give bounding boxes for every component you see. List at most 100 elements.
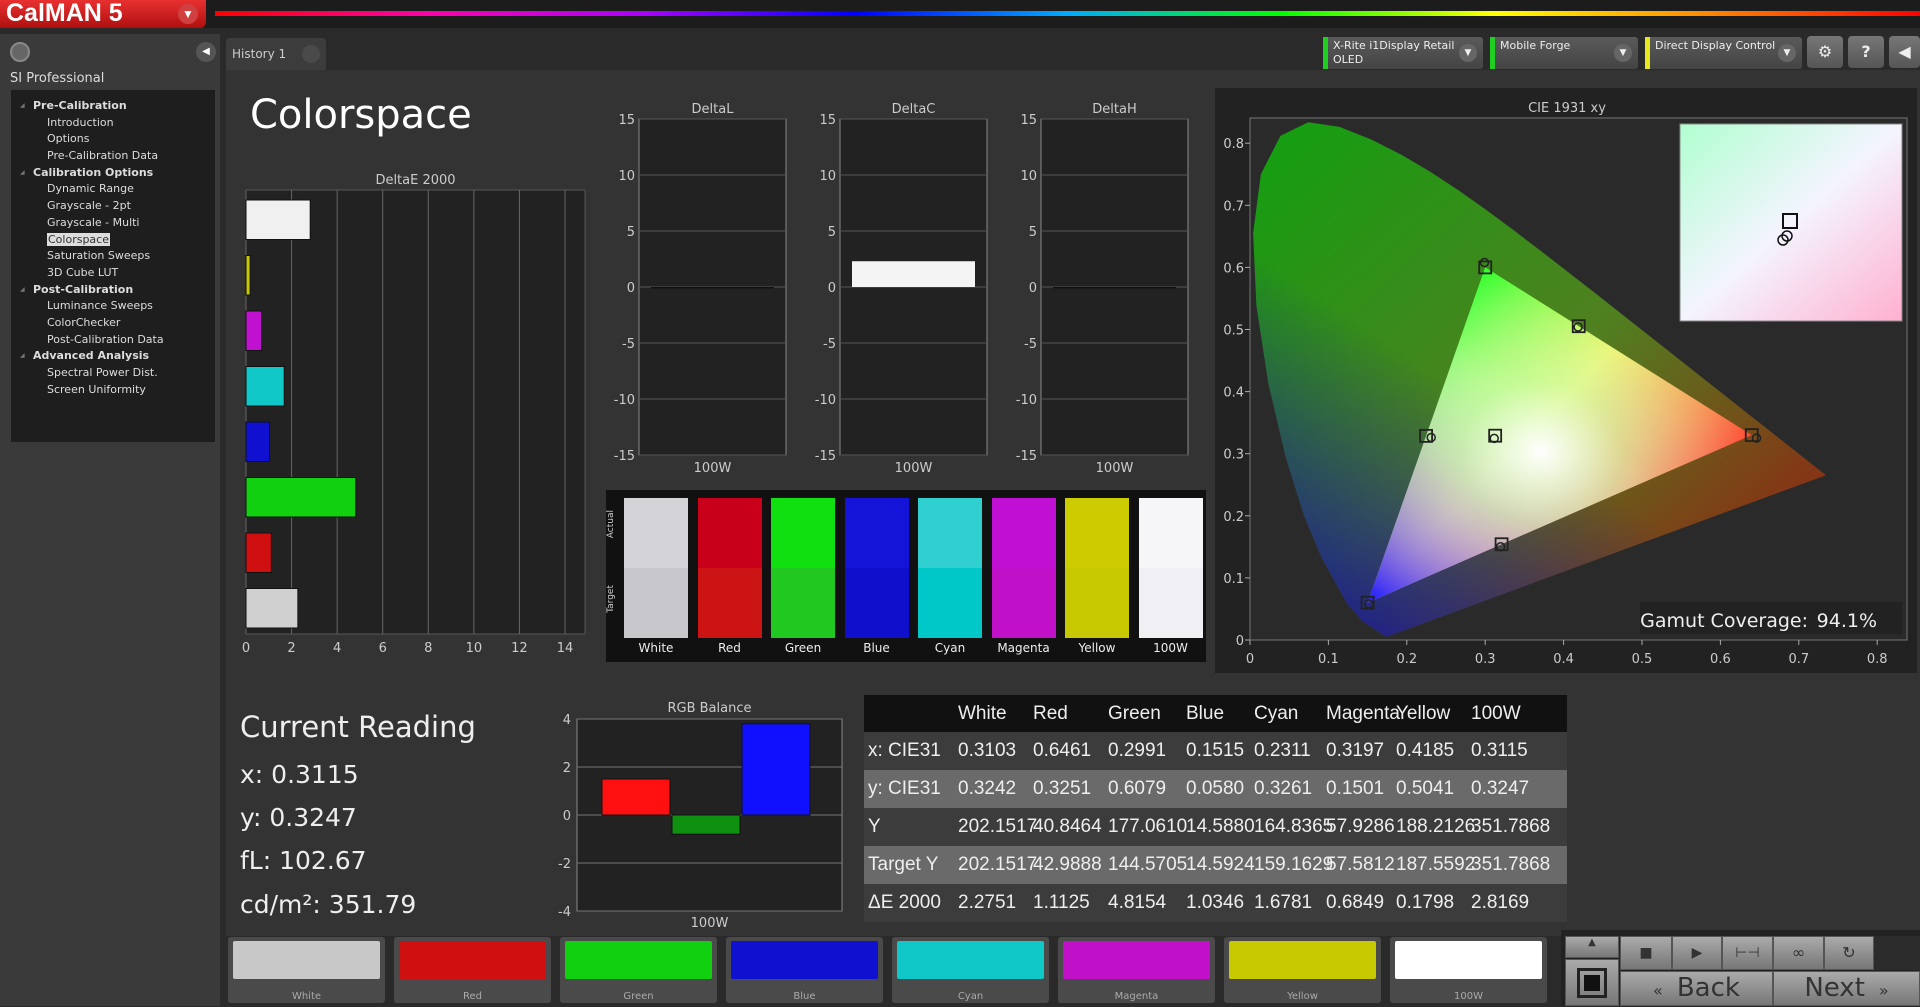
reading-x: x: 0.3115 [240,760,359,789]
next-label: Next [1804,973,1865,1003]
table-row: x: CIE31 0.3103 0.6461 0.2991 0.1515 0.2311 0.… [864,732,1567,770]
y-tick-label: 15 [819,113,836,128]
chevron-up-icon[interactable]: ▲ [1565,936,1619,958]
deltae-bar-blue [245,421,271,462]
target-swatch [624,568,688,638]
table-cell: 177.0610 [1108,816,1188,837]
patch-label: 100W [1454,991,1483,1002]
x-category-label: 100W [1096,461,1134,476]
deltae-bar-white [245,588,299,629]
table-cell: 42.9888 [1033,854,1102,875]
y-tick-label: 0 [828,281,836,296]
column-header: White [958,702,1007,724]
patch-button-cyan[interactable]: Cyan [892,937,1049,1003]
table-cell: 4.8154 [1108,892,1167,913]
swatch-comparison-panel: Actual Target White Red Green Blue Cyan Magenta… [606,490,1206,662]
table-cell: 188.2126 [1396,816,1476,837]
deltah-bar [1053,287,1176,289]
chevrons-left-icon: « [1653,981,1663,1000]
swatch-label: Blue [863,641,890,655]
y-tick-label: -5 [1024,337,1037,352]
deltae-bar-yellow [245,255,251,296]
x-tick-label: 0 [1246,652,1254,667]
y-tick-label: -15 [1016,449,1037,464]
table-cell: 2.8169 [1471,892,1530,913]
measure-frame-icon[interactable]: ⊢⊣ [1722,936,1773,970]
swatch-label: White [638,641,674,655]
table-cell: 0.1798 [1396,892,1455,913]
patch-button-red[interactable]: Red [394,937,551,1003]
deltal-title: DeltaL [692,102,735,117]
table-cell: y: CIE31 [868,778,941,799]
target-swatch [991,568,1056,638]
patch-button-blue[interactable]: Blue [726,937,883,1003]
target-swatch [771,568,835,638]
stop-patch-button[interactable] [1565,959,1619,1006]
table-cell: 0.6461 [1033,740,1092,761]
table-cell: 187.5592 [1396,854,1476,875]
y-tick-label: 2 [563,761,571,776]
y-tick-label: -5 [622,337,635,352]
table-row: ΔE 2000 2.2751 1.1125 4.8154 1.0346 1.6781 0.6… [864,884,1567,922]
deltah-title: DeltaH [1092,102,1136,117]
patch-label: White [291,991,322,1002]
table-cell: 0.0580 [1186,778,1245,799]
target-swatch [844,568,909,638]
deltae-bar-cyan [245,366,285,407]
actual-swatch [1138,498,1203,568]
patch-label: Blue [793,991,816,1002]
stop-icon[interactable]: ■ [1620,936,1672,970]
swatch-label: Magenta [997,641,1050,655]
y-tick-label: -15 [815,449,836,464]
actual-swatch [771,498,835,568]
actual-swatch [844,498,909,568]
patch-button-yellow[interactable]: Yellow [1224,937,1381,1003]
table-cell: 351.7868 [1471,854,1551,875]
table-cell: Y [868,816,881,837]
y-tick-label: 0.3 [1223,448,1244,463]
y-tick-label: 0.4 [1223,386,1244,401]
table-header: White Red Green Blue Cyan Magenta Yellow 100W [864,695,1567,732]
patch-label: Magenta [1114,991,1159,1002]
column-header: Blue [1186,702,1225,724]
deltae-bar-magenta [245,310,263,351]
patch-button-green[interactable]: Green [560,937,717,1003]
patch-color [233,941,380,979]
column-header: Green [1108,702,1161,724]
loop-icon[interactable]: ∞ [1773,936,1824,970]
patch-button-100w[interactable]: 100W [1390,937,1547,1003]
table-cell: 1.1125 [1033,892,1090,913]
x-tick-label: 0.2 [1396,652,1417,667]
y-tick-label: 5 [627,225,635,240]
x-tick-label: 12 [511,641,528,656]
play-icon[interactable]: ▶ [1672,936,1722,970]
patch-color [399,941,546,979]
swatch-label: Yellow [1078,641,1116,655]
table-cell: 2.2751 [958,892,1017,913]
patch-button-white[interactable]: White [228,937,385,1003]
actual-swatch [991,498,1056,568]
table-cell: 40.8464 [1033,816,1102,837]
back-button[interactable]: « Back [1620,971,1773,1006]
y-tick-label: 0.7 [1223,199,1244,214]
x-tick-label: 4 [333,641,341,656]
table-cell: 159.1629 [1254,854,1334,875]
next-button[interactable]: Next » [1773,971,1920,1006]
y-tick-label: 10 [1020,169,1037,184]
refresh-icon[interactable]: ↻ [1824,936,1874,970]
swatch-label: Cyan [934,641,966,655]
y-tick-label: 5 [828,225,836,240]
deltae-bar-green [245,477,357,518]
actual-label: Actual [606,510,616,539]
y-tick-label: -4 [558,905,571,920]
cie-title: CIE 1931 xy [1528,101,1606,116]
y-tick-label: 0.6 [1223,261,1244,276]
deltae-bar-red [245,532,272,573]
y-tick-label: -10 [815,393,836,408]
reading-y: y: 0.3247 [240,803,357,832]
rgb-balance-title: RGB Balance [667,701,751,716]
white-point-inset [1679,123,1903,322]
y-tick-label: 10 [819,169,836,184]
x-category-label: 100W [691,916,729,931]
patch-button-magenta[interactable]: Magenta [1058,937,1215,1003]
